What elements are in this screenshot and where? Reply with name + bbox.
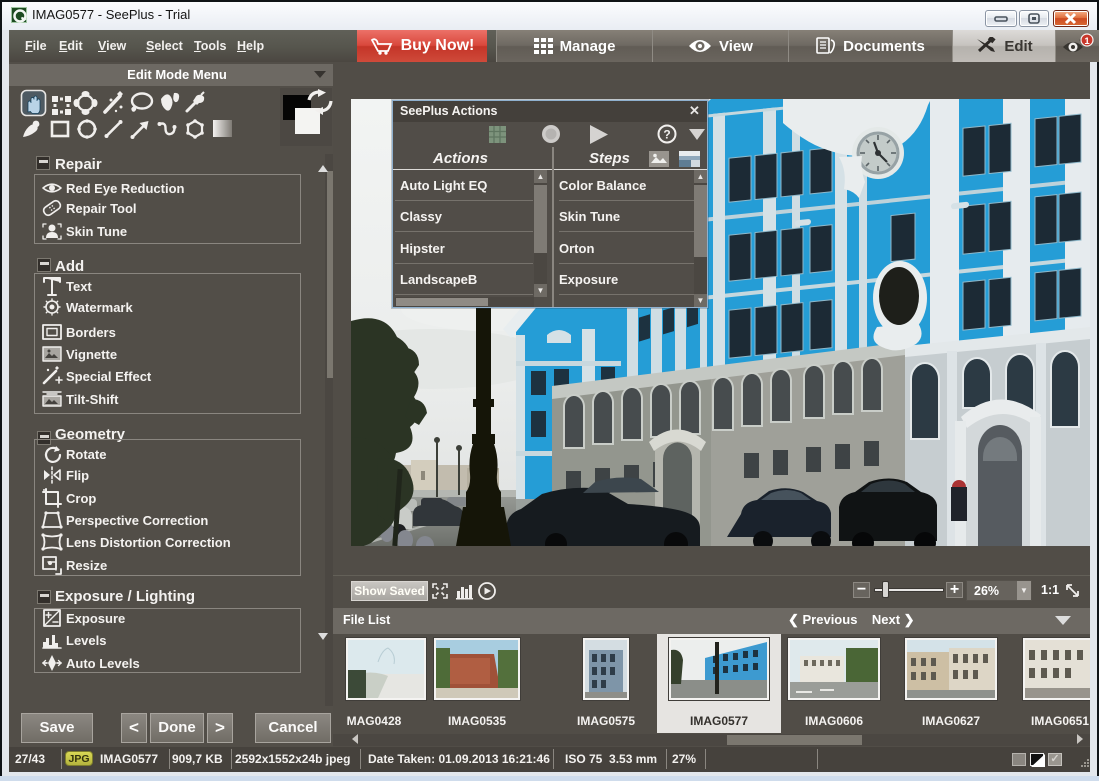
svg-text:?: ? [663, 128, 670, 142]
svg-text:1: 1 [1084, 36, 1090, 47]
